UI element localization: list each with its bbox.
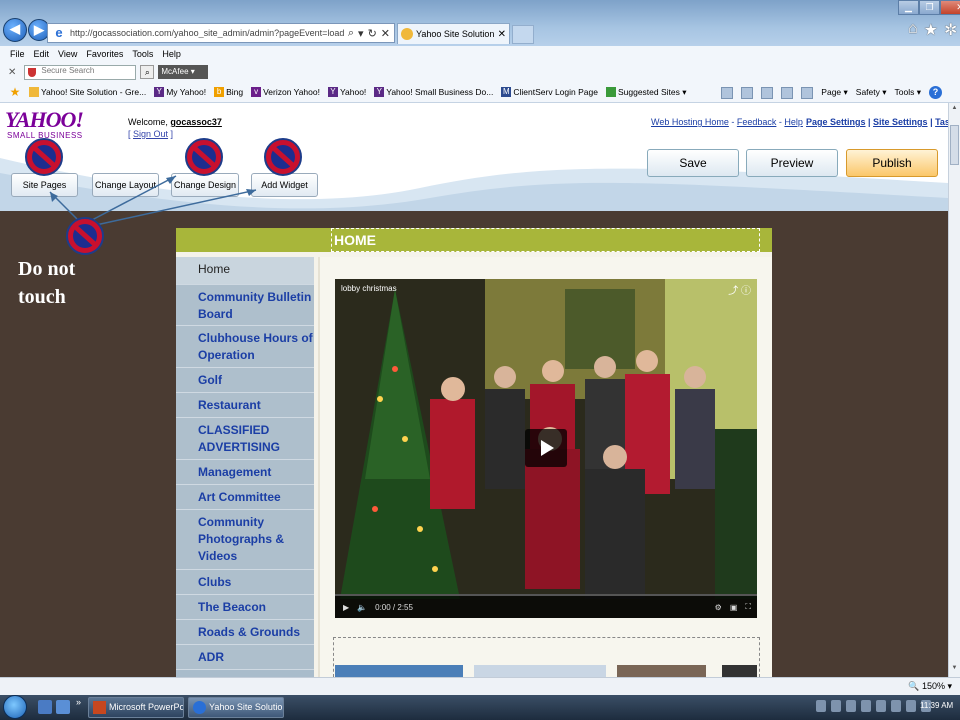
tray-icon[interactable] bbox=[846, 700, 856, 712]
no-sign-icon bbox=[25, 138, 63, 176]
clock[interactable]: 11:39 AM bbox=[920, 701, 953, 710]
tray-icon[interactable] bbox=[861, 700, 871, 712]
tray-icon[interactable] bbox=[831, 700, 841, 712]
no-sign-icon bbox=[185, 138, 223, 176]
quicklaunch-overflow-icon[interactable]: » bbox=[76, 697, 81, 707]
system-tray bbox=[816, 700, 931, 712]
task-label: Yahoo Site Solution -... bbox=[209, 702, 283, 712]
tray-icon[interactable] bbox=[891, 700, 901, 712]
screen: ◀ ▶ e http://gocassociation.com/yahoo_si… bbox=[0, 0, 960, 720]
taskbar-item-yahoo-site[interactable]: Yahoo Site Solution -... bbox=[188, 697, 284, 718]
annotation-line-1: Do not bbox=[18, 258, 76, 280]
tray-icon[interactable] bbox=[816, 700, 826, 712]
zoom-level[interactable]: 🔍 150% ▾ bbox=[908, 681, 952, 692]
show-desktop-icon[interactable] bbox=[38, 700, 52, 714]
annotation-arrows bbox=[49, 175, 257, 226]
tray-icon[interactable] bbox=[876, 700, 886, 712]
start-button[interactable] bbox=[3, 695, 33, 720]
task-label: Microsoft PowerPoin... bbox=[109, 702, 183, 712]
taskbar-item-powerpoint[interactable]: Microsoft PowerPoin... bbox=[88, 697, 184, 718]
windows-taskbar: » Microsoft PowerPoin... Yahoo Site Solu… bbox=[0, 695, 960, 720]
ie-logo-icon bbox=[193, 701, 206, 714]
status-bar: 🔍 150% ▾ bbox=[0, 677, 960, 695]
windows-logo-icon bbox=[3, 695, 27, 719]
explorer-icon[interactable] bbox=[56, 700, 70, 714]
annotation-line-2: touch bbox=[18, 286, 66, 308]
no-sign-icon bbox=[264, 138, 302, 176]
do-not-touch-annotation: Do not touch bbox=[18, 255, 75, 311]
tray-icon[interactable] bbox=[906, 700, 916, 712]
no-sign-icon bbox=[66, 217, 104, 255]
powerpoint-icon bbox=[93, 701, 106, 714]
